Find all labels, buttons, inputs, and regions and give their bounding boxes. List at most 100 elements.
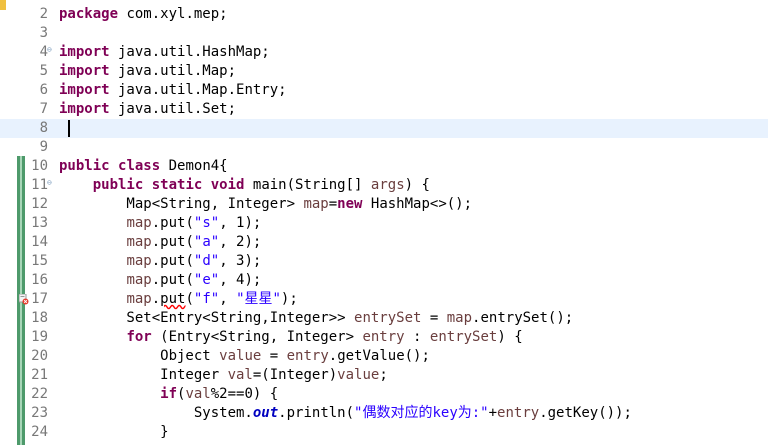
code-token: Demon4{	[160, 158, 228, 174]
variable-token: map	[126, 253, 152, 269]
code-text[interactable]: public static void main(String[] args) {	[59, 176, 430, 195]
code-line[interactable]: 23 System.out.println("偶数对应的key为:"+entry…	[0, 404, 768, 423]
code-token: Object	[59, 348, 220, 364]
code-token: java.util.Map.Entry;	[109, 82, 287, 98]
keyword-token: import	[59, 101, 110, 117]
string-literal: "f"	[193, 291, 220, 307]
code-text[interactable]: import java.util.Set;	[59, 100, 236, 119]
keyword-token: public	[92, 177, 144, 193]
code-token: ) {	[404, 177, 430, 193]
code-token: java.util.Map;	[109, 63, 237, 79]
code-line[interactable]: 6 import java.util.Map.Entry;	[0, 81, 768, 100]
code-token: , 4);	[219, 272, 262, 288]
string-literal: "e"	[193, 272, 220, 288]
code-line[interactable]: 17 map.put("f", "星星");	[0, 290, 768, 309]
code-line[interactable]: 18 Set<Entry<String,Integer>> entrySet =…	[0, 309, 768, 328]
code-text[interactable]: map.put("e", 4);	[59, 271, 261, 290]
keyword-token: if	[160, 386, 178, 402]
code-line[interactable]: 13 map.put("s", 1);	[0, 214, 768, 233]
code-text[interactable]: map.put("d", 3);	[59, 252, 261, 271]
code-line[interactable]: 22 if(val%2==0) {	[0, 385, 768, 404]
code-line[interactable]: 10 public class Demon4{	[0, 157, 768, 176]
code-line[interactable]: 2 package com.xyl.mep;	[0, 5, 768, 24]
code-line[interactable]: 21 Integer val=(Integer)value;	[0, 366, 768, 385]
code-line[interactable]: 11 ⊖ public static void main(String[] arg…	[0, 176, 768, 195]
variable-token: entry	[497, 405, 540, 421]
code-token: .put(	[151, 272, 194, 288]
code-text[interactable]: }	[59, 423, 168, 442]
variable-token: value	[219, 348, 262, 364]
code-line[interactable]: 14 map.put("a", 2);	[0, 233, 768, 252]
code-line[interactable]: 7 import java.util.Set;	[0, 100, 768, 119]
code-line[interactable]: 8	[0, 119, 768, 138]
code-line[interactable]: 15 map.put("d", 3);	[0, 252, 768, 271]
string-literal: "a"	[193, 234, 220, 250]
code-text[interactable]: public class Demon4{	[59, 157, 228, 176]
code-line[interactable]: 16 map.put("e", 4);	[0, 271, 768, 290]
code-line[interactable]: 3	[0, 24, 768, 43]
keyword-token: public	[59, 158, 110, 174]
variable-token: map	[126, 272, 152, 288]
code-line[interactable]: 12 Map<String, Integer> map=new HashMap<…	[0, 195, 768, 214]
line-number: 21	[31, 367, 48, 383]
code-line[interactable]: 5 import java.util.Map;	[0, 62, 768, 81]
keyword-token: class	[118, 158, 161, 174]
line-number: 22	[31, 386, 48, 402]
variable-token: val	[227, 367, 253, 383]
keyword-token: package	[59, 6, 119, 22]
code-token: .println(	[278, 405, 355, 421]
code-text[interactable]: for (Entry<String, Integer> entry : entr…	[59, 328, 523, 347]
code-text[interactable]: Object value = entry.getValue();	[59, 347, 430, 366]
code-token: %2==0) {	[210, 386, 279, 402]
code-token: .getKey());	[539, 405, 632, 421]
error-marker-icon[interactable]	[19, 294, 29, 305]
code-text[interactable]: map.put("a", 2);	[59, 233, 261, 252]
code-text[interactable]: Integer val=(Integer)value;	[59, 366, 388, 385]
keyword-token: new	[337, 196, 363, 212]
code-line[interactable]: 4 ⊖ import java.util.HashMap;	[0, 43, 768, 62]
code-line[interactable]: 19 for (Entry<String, Integer> entry : e…	[0, 328, 768, 347]
string-literal: "d"	[193, 253, 220, 269]
variable-token: entrySet	[354, 310, 422, 326]
code-text[interactable]: if(val%2==0) {	[59, 385, 278, 404]
variable-token: map	[446, 310, 473, 326]
code-token: :	[404, 329, 430, 345]
code-text[interactable]: Map<String, Integer> map=new HashMap<>()…	[59, 195, 472, 214]
code-token: com.xyl.mep;	[118, 6, 228, 22]
line-number: 15	[31, 253, 48, 269]
code-text[interactable]: import java.util.Map;	[59, 62, 236, 81]
fold-toggle-icon[interactable]: ⊖	[47, 179, 54, 187]
variable-token: map	[126, 234, 152, 250]
fold-toggle-icon[interactable]: ⊖	[47, 46, 54, 54]
code-line[interactable]: 20 Object value = entry.getValue();	[0, 347, 768, 366]
code-token: .entrySet();	[472, 310, 574, 326]
code-line[interactable]: 24 }	[0, 423, 768, 442]
code-token: System.	[59, 405, 253, 421]
code-text[interactable]: Set<Entry<String,Integer>> entrySet = ma…	[59, 309, 573, 328]
line-number: 13	[31, 215, 48, 231]
keyword-token: void	[210, 177, 245, 193]
code-token: ) {	[497, 329, 523, 345]
code-text[interactable]: map.put("f", "星星");	[59, 290, 297, 309]
code-editor[interactable]: 2 package com.xyl.mep; 3 4 ⊖ import java.util…	[0, 0, 768, 445]
code-token: (Entry<String, Integer>	[151, 329, 363, 345]
line-number: 24	[31, 424, 48, 440]
code-token: , 1);	[219, 215, 262, 231]
text-caret	[68, 120, 70, 137]
line-number: 4	[39, 44, 48, 60]
code-text[interactable]: import java.util.HashMap;	[59, 43, 270, 62]
code-text[interactable]: package com.xyl.mep;	[59, 5, 228, 24]
variable-token: map	[126, 215, 152, 231]
line-number: 14	[31, 234, 48, 250]
line-number: 12	[31, 196, 48, 212]
code-text[interactable]: System.out.println("偶数对应的key为:"+entry.ge…	[59, 404, 632, 423]
code-text[interactable]: map.put("s", 1);	[59, 214, 261, 233]
error-underlined-token: put	[160, 291, 186, 307]
code-token: Integer	[59, 367, 228, 383]
code-text[interactable]: import java.util.Map.Entry;	[59, 81, 287, 100]
code-line[interactable]: 9	[0, 138, 768, 157]
